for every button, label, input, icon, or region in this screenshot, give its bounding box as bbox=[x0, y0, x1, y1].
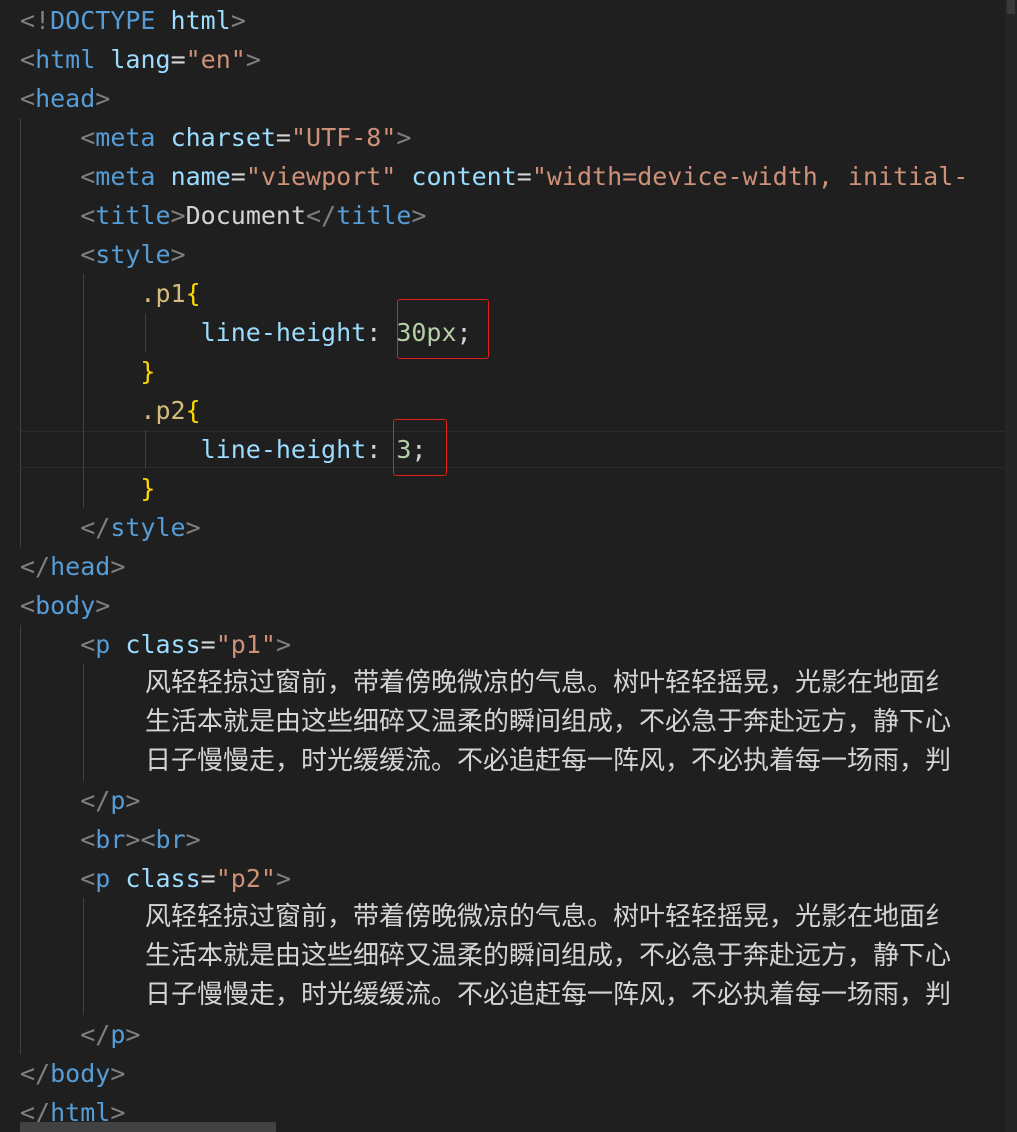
code-line-p2-selector: .p2{ bbox=[140, 396, 201, 425]
code-line-p1-text-1: 风轻轻掠过窗前，带着傍晚微凉的气息。树叶轻轻摇晃，光影在地面纟 bbox=[145, 668, 952, 698]
code-line-meta-charset: <meta charset="UTF-8"> bbox=[80, 123, 412, 152]
code-line-p1-text-2: 生活本就是由这些细碎又温柔的瞬间组成，不必急于奔赴远方，静下心 bbox=[145, 707, 952, 737]
code-line-p2-line-height: line-height: 3; bbox=[200, 435, 427, 464]
indent-guide-p1-content bbox=[83, 664, 84, 781]
code-line-p1-close: } bbox=[140, 357, 156, 386]
code-line-style-open: <style> bbox=[80, 240, 186, 269]
code-line-p2-text-2: 生活本就是由这些细碎又温柔的瞬间组成，不必急于奔赴远方，静下心 bbox=[145, 941, 952, 971]
code-line-style-close: </style> bbox=[80, 513, 201, 542]
horizontal-scrollbar-thumb[interactable] bbox=[20, 1122, 276, 1132]
code-line-p1-selector: .p1{ bbox=[140, 279, 201, 308]
code-line-p1-open: <p class="p1"> bbox=[80, 630, 292, 659]
code-line-title: <title>Document</title> bbox=[80, 201, 427, 230]
vertical-scrollbar[interactable] bbox=[1005, 0, 1017, 1132]
code-line-head-open: <head> bbox=[20, 84, 111, 113]
code-line-body-close: </body> bbox=[20, 1059, 126, 1088]
indent-guide-p2-content bbox=[83, 898, 84, 1015]
code-line-html-open: <html lang="en"> bbox=[20, 45, 261, 74]
code-line-p2-close: } bbox=[140, 474, 156, 503]
code-line-p2-close: </p> bbox=[80, 1020, 141, 1049]
highlight-box-p1-value bbox=[397, 299, 489, 359]
code-line-doctype: <!DOCTYPE html> bbox=[20, 6, 246, 35]
highlight-box-p2-value bbox=[393, 419, 447, 476]
code-line-p2-text-1: 风轻轻掠过窗前，带着傍晚微凉的气息。树叶轻轻摇晃，光影在地面纟 bbox=[145, 902, 952, 932]
code-line-p1-close: </p> bbox=[80, 786, 141, 815]
code-line-p2-text-3: 日子慢慢走，时光缓缓流。不必追赶每一阵风，不必执着每一场雨，判 bbox=[145, 980, 952, 1010]
code-line-p1-text-3: 日子慢慢走，时光缓缓流。不必追赶每一阵风，不必执着每一场雨，判 bbox=[145, 746, 952, 776]
code-editor[interactable]: <!DOCTYPE html> <html lang="en"> <head> … bbox=[0, 0, 1005, 1132]
code-line-br: <br><br> bbox=[80, 825, 201, 854]
code-line-meta-viewport: <meta name="viewport" content="width=dev… bbox=[80, 162, 969, 191]
code-line-body-open: <body> bbox=[20, 591, 111, 620]
code-line-p2-open: <p class="p2"> bbox=[80, 864, 292, 893]
vertical-scrollbar-thumb[interactable] bbox=[1007, 0, 1015, 14]
code-line-head-close: </head> bbox=[20, 552, 126, 581]
